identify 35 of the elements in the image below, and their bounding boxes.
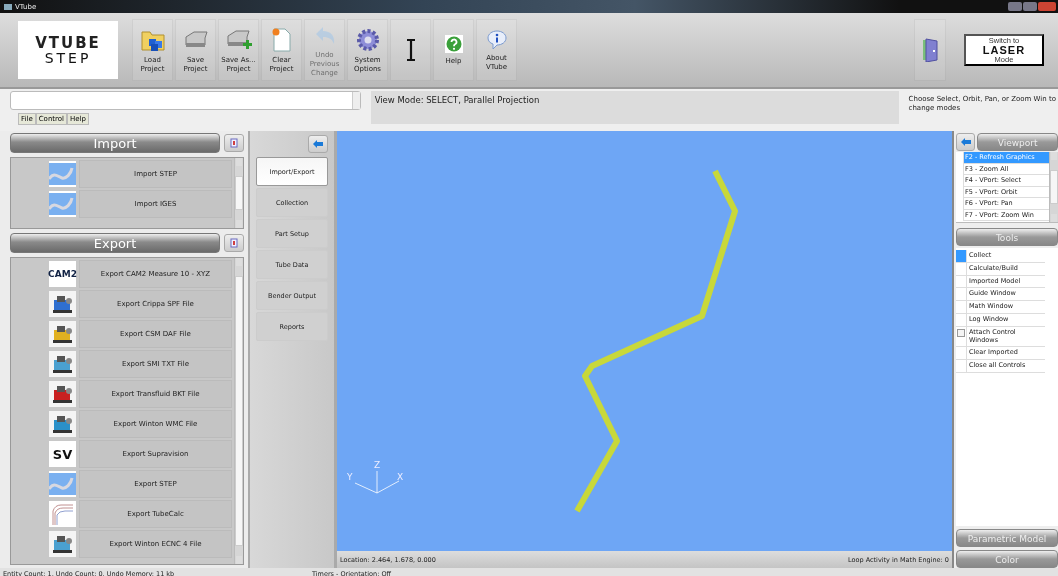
text-cursor-icon xyxy=(404,39,417,61)
minimize-button[interactable] xyxy=(1008,2,1022,11)
gear-icon xyxy=(354,26,381,53)
row-selector[interactable] xyxy=(956,250,967,262)
collapse-button[interactable] xyxy=(956,133,976,151)
axis-label: Z xyxy=(374,460,381,470)
scrollbar[interactable] xyxy=(234,158,243,228)
collapse-button[interactable] xyxy=(308,135,328,153)
import-header[interactable]: Import xyxy=(10,133,220,153)
maximize-button[interactable] xyxy=(1023,2,1037,11)
thumbnail-logo: SV xyxy=(49,441,76,467)
pin-icon xyxy=(230,138,238,148)
checkbox[interactable] xyxy=(957,328,965,337)
axis-label: X xyxy=(397,472,404,482)
app-icon xyxy=(4,3,12,10)
scrollbar[interactable] xyxy=(1049,152,1058,222)
help-icon xyxy=(443,34,464,55)
row-selector[interactable] xyxy=(956,326,967,347)
app-logo: VTUBE STEP xyxy=(18,21,118,79)
pin-icon xyxy=(230,238,238,248)
export-header[interactable]: Export xyxy=(10,233,220,253)
exit-button[interactable] xyxy=(914,19,946,81)
view-mode-label: View Mode: SELECT, Parallel Projection xyxy=(370,91,899,124)
scrollbar[interactable] xyxy=(234,258,243,564)
door-icon xyxy=(922,38,938,62)
axis-label: Y xyxy=(347,472,353,482)
arrow-icon xyxy=(313,140,323,148)
command-field[interactable] xyxy=(10,91,361,110)
pin-button[interactable] xyxy=(224,134,244,152)
info-icon xyxy=(485,28,508,51)
arrow-icon xyxy=(960,138,971,146)
toolbar-button[interactable] xyxy=(390,19,431,81)
pin-button[interactable] xyxy=(224,234,244,252)
close-button[interactable] xyxy=(1038,2,1056,11)
thumbnail-logo: CAM2 xyxy=(49,261,76,287)
